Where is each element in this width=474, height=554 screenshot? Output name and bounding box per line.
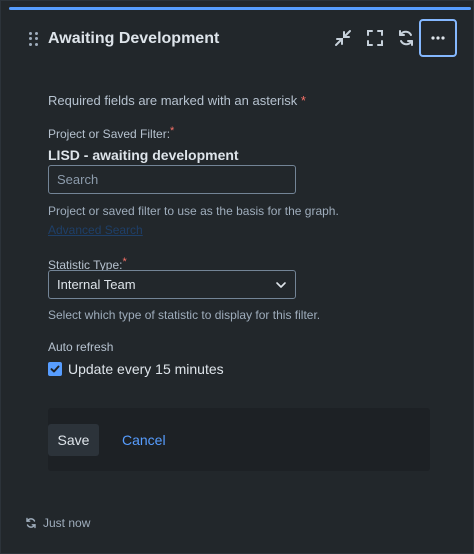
- project-filter-helper: Project or saved filter to use as the ba…: [48, 204, 339, 218]
- refresh-icon: [26, 517, 36, 529]
- required-asterisk: *: [300, 93, 306, 108]
- auto-refresh-option[interactable]: Update every 15 minutes: [48, 361, 224, 377]
- auto-refresh-option-label: Update every 15 minutes: [68, 361, 224, 377]
- auto-refresh-label: Auto refresh: [48, 340, 114, 354]
- fullscreen-icon: [367, 30, 383, 46]
- last-refreshed-status: Just now: [25, 516, 90, 530]
- required-asterisk: *: [170, 125, 175, 137]
- statistic-type-select[interactable]: Internal Team: [48, 270, 296, 299]
- minimize-icon: [335, 30, 351, 46]
- auto-refresh-checkbox[interactable]: [48, 362, 62, 376]
- chevron-down-icon: [276, 281, 286, 288]
- drag-handle-icon[interactable]: [29, 32, 39, 46]
- required-asterisk: *: [122, 256, 127, 268]
- statistic-type-value: Internal Team: [57, 277, 136, 292]
- required-note-text: Required fields are marked with an aster…: [48, 93, 298, 108]
- selected-filter-name: LISD - awaiting development: [48, 147, 239, 163]
- cancel-button[interactable]: Cancel: [122, 424, 166, 456]
- project-filter-label: Project or Saved Filter:*: [48, 125, 174, 141]
- save-button[interactable]: Save: [48, 424, 99, 456]
- project-filter-label-text: Project or Saved Filter:: [48, 127, 171, 141]
- last-refreshed-text: Just now: [43, 516, 91, 530]
- panel-accent-bar: [9, 7, 471, 10]
- form-actions: Save Cancel: [48, 408, 430, 471]
- checkmark-icon: [50, 365, 60, 373]
- filter-search-input[interactable]: [48, 165, 296, 194]
- advanced-search-link[interactable]: Advanced Search: [48, 223, 143, 237]
- minimize-button[interactable]: [327, 22, 359, 54]
- gadget-panel: Awaiting Development Required fields are…: [0, 0, 474, 554]
- gadget-title: Awaiting Development: [48, 30, 220, 47]
- gadget-header: Awaiting Development: [1, 15, 474, 61]
- more-actions-button[interactable]: [419, 19, 457, 57]
- statistic-type-helper: Select which type of statistic to displa…: [48, 308, 321, 322]
- more-icon: [431, 36, 445, 40]
- refresh-icon: [399, 30, 413, 46]
- required-fields-note: Required fields are marked with an aster…: [48, 93, 306, 108]
- refresh-button[interactable]: [390, 22, 422, 54]
- fullscreen-button[interactable]: [359, 22, 391, 54]
